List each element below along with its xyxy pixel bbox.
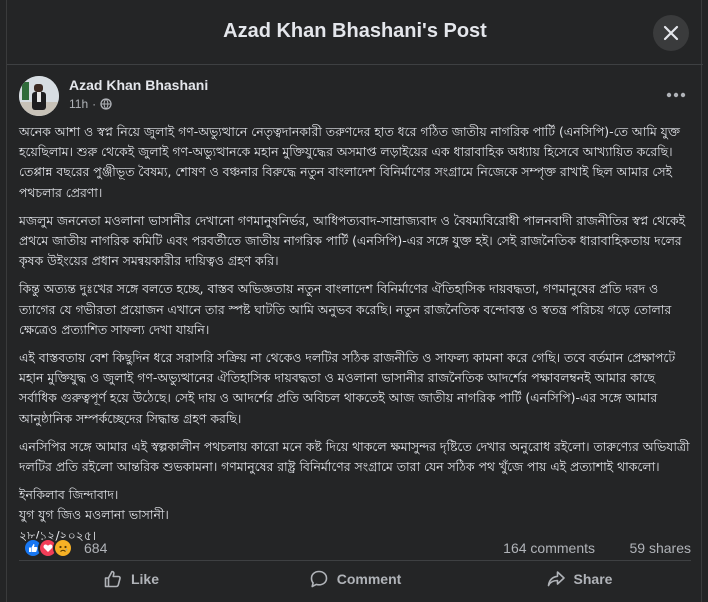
reaction-count[interactable]: 684 [84, 540, 107, 556]
like-button[interactable]: Like [19, 562, 243, 596]
shares-count[interactable]: 59 shares [630, 540, 691, 556]
sad-icon [53, 538, 73, 558]
more-horizontal-icon [666, 92, 686, 98]
signoff-line: যুগ যুগ জিও মওলানা ভাসানী। [19, 507, 169, 523]
globe-icon [100, 98, 112, 110]
comment-icon [310, 570, 328, 588]
profile-photo-icon [19, 76, 59, 116]
signoff-line: ইনকিলাব জিন্দাবাদ। [19, 487, 119, 503]
post-paragraph: মজলুম জননেতা মওলানা ভাসানীর দেখানো গণমান… [19, 212, 686, 269]
author-name[interactable]: Azad Khan Bhashani [69, 77, 208, 93]
post-body: অনেক আশা ও স্বপ্ন নিয়ে জুলাই গণ-অভ্যুত্… [19, 122, 695, 546]
post-paragraph: এই বাস্তবতায় বেশ কিছুদিন ধরে সরাসরি সক্… [19, 350, 676, 426]
divider [19, 560, 691, 561]
post-paragraph: কিন্তু অত্যন্ত দুঃখের সঙ্গে বলতে হচ্ছে, … [19, 281, 672, 337]
comment-button[interactable]: Comment [243, 562, 467, 596]
more-options-button[interactable] [661, 80, 691, 110]
avatar[interactable] [19, 76, 59, 116]
modal-header: Azad Khan Bhashani's Post [7, 0, 703, 65]
post-meta: 11h · [69, 97, 112, 111]
reaction-icons[interactable] [23, 538, 73, 558]
post-header: Azad Khan Bhashani 11h · [7, 72, 703, 117]
meta-separator: · [92, 97, 97, 111]
like-label: Like [130, 571, 159, 587]
post-modal: Azad Khan Bhashani's Post Azad Khan Bhas… [6, 0, 703, 602]
close-button[interactable] [653, 15, 689, 51]
share-icon [547, 571, 565, 587]
thumbs-up-icon [104, 570, 121, 588]
reactions-row: 684 164 comments 59 shares [19, 536, 691, 560]
post-paragraph: এনসিপির সঙ্গে আমার এই স্বল্পকালীন পথচলায… [19, 438, 690, 475]
post-paragraph: অনেক আশা ও স্বপ্ন নিয়ে জুলাই গণ-অভ্যুত্… [19, 124, 680, 200]
close-icon [663, 25, 679, 41]
comments-count[interactable]: 164 comments [503, 540, 595, 556]
modal-title: Azad Khan Bhashani's Post [223, 20, 487, 42]
action-bar: Like Comment Share [19, 562, 691, 596]
post-time[interactable]: 11h [69, 97, 88, 111]
comment-label: Comment [336, 571, 402, 587]
share-button[interactable]: Share [467, 562, 691, 596]
share-label: Share [573, 571, 613, 587]
